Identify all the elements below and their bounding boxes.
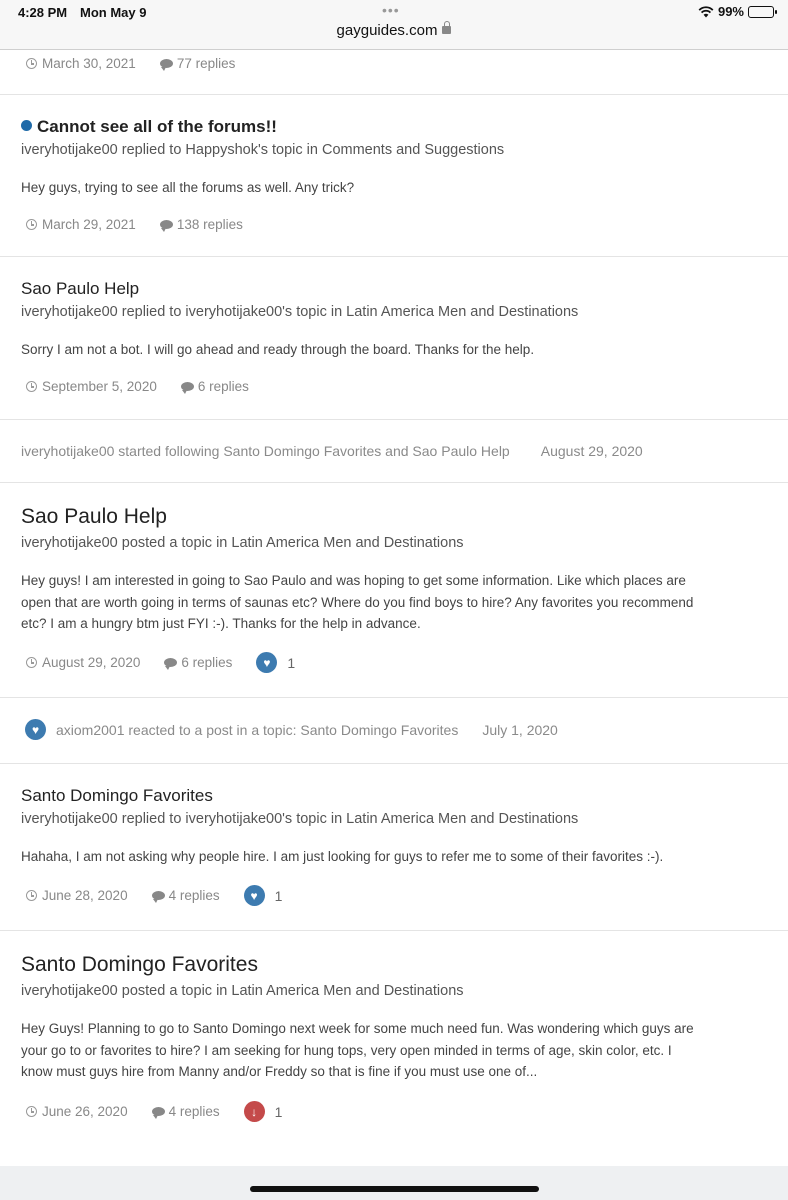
post-excerpt: Hahaha, I am not asking why people hire.…: [21, 849, 664, 864]
excerpt-line: open that are worth going in terms of sa…: [21, 594, 694, 610]
reply-count: 6 replies: [181, 655, 233, 670]
post-date[interactable]: June 26, 2020: [42, 1104, 128, 1119]
downvote-icon[interactable]: ↓: [243, 1101, 265, 1122]
post-date[interactable]: March 30, 2021: [42, 56, 136, 71]
multitasking-dots-icon[interactable]: •••: [382, 2, 400, 18]
feed-item: Sao Paulo Help iveryhotijake00 replied t…: [0, 257, 788, 420]
post-excerpt: Hey guys, trying to see all the forums a…: [21, 180, 355, 195]
battery-icon: [748, 5, 777, 18]
wifi-icon: [698, 5, 714, 17]
excerpt-line: Hey Guys! Planning to go to Santo Doming…: [21, 1021, 694, 1036]
page-footer: [0, 1166, 788, 1200]
clock-icon: [26, 381, 37, 392]
topic-subtitle: iveryhotijake00 replied to iveryhotijake…: [21, 811, 579, 827]
status-bar: 4:28 PM Mon May 9 ••• 99% gayguides.com: [0, 0, 788, 50]
reply-count: 77 replies: [176, 56, 236, 71]
url-text: gayguides.com: [336, 22, 438, 39]
activity-text[interactable]: axiom2001 reacted to a post in a topic: …: [56, 722, 458, 738]
home-indicator[interactable]: [250, 1186, 539, 1192]
post-excerpt: Sorry I am not a bot. I will go ahead an…: [21, 342, 535, 357]
reply-count: 138 replies: [176, 217, 243, 232]
clock-icon: [26, 58, 37, 69]
activity-row: ♥ axiom2001 reacted to a post in a topic…: [0, 698, 788, 764]
post-date[interactable]: March 29, 2021: [42, 217, 136, 232]
comment-icon: [151, 1107, 165, 1119]
topic-subtitle: iveryhotijake00 replied to iveryhotijake…: [21, 304, 579, 320]
status-date: Mon May 9: [80, 5, 147, 20]
heart-icon[interactable]: ♥: [256, 652, 278, 673]
topic-title[interactable]: Cannot see all of the forums!!: [21, 117, 277, 137]
comment-icon: [159, 220, 173, 232]
feed-item: March 30, 2021 77 replies: [0, 50, 788, 95]
reaction-count: 1: [287, 654, 296, 671]
excerpt-line: etc? I am a hungry btm just FYI :-). Tha…: [21, 616, 421, 631]
unread-dot-icon: [21, 120, 32, 131]
topic-title[interactable]: Santo Domingo Favorites: [21, 786, 213, 806]
activity-text[interactable]: iveryhotijake00 started following Santo …: [21, 443, 510, 459]
status-time: 4:28 PM: [18, 5, 68, 20]
status-right: 99%: [698, 4, 777, 19]
activity-date: July 1, 2020: [482, 721, 558, 738]
reaction-count: 1: [274, 1103, 283, 1120]
heart-icon: ♥: [25, 719, 46, 740]
feed-item: Santo Domingo Favorites iveryhotijake00 …: [0, 931, 788, 1166]
activity-row: iveryhotijake00 started following Santo …: [0, 420, 788, 483]
comment-icon: [164, 658, 178, 670]
feed-item: Santo Domingo Favorites iveryhotijake00 …: [0, 764, 788, 931]
feed-item: Cannot see all of the forums!! iveryhoti…: [0, 95, 788, 257]
reply-count: 6 replies: [197, 379, 249, 394]
clock-icon: [26, 890, 37, 901]
post-excerpt: Hey Guys! Planning to go to Santo Doming…: [21, 1018, 694, 1083]
clock-icon: [26, 219, 37, 230]
excerpt-line: Hey guys! I am interested in going to Sa…: [21, 573, 686, 588]
reply-count: 4 replies: [168, 1104, 220, 1119]
post-date[interactable]: August 29, 2020: [42, 655, 140, 670]
comment-icon: [151, 891, 165, 903]
topic-subtitle: iveryhotijake00 posted a topic in Latin …: [21, 535, 464, 551]
reaction-count: 1: [274, 887, 283, 904]
battery-percent: 99%: [717, 4, 744, 19]
excerpt-line: your go to or favorites to hire? I am se…: [21, 1042, 672, 1058]
clock-icon: [26, 1106, 37, 1117]
lock-icon: [442, 21, 452, 34]
topic-subtitle: iveryhotijake00 posted a topic in Latin …: [21, 983, 464, 999]
post-excerpt: Hey guys! I am interested in going to Sa…: [21, 570, 693, 635]
activity-date: August 29, 2020: [540, 443, 643, 459]
post-date[interactable]: June 28, 2020: [42, 888, 128, 903]
topic-title[interactable]: Sao Paulo Help: [21, 505, 167, 529]
post-date[interactable]: September 5, 2020: [42, 379, 157, 394]
topic-subtitle: iveryhotijake00 replied to Happyshok's t…: [21, 142, 505, 158]
feed-item: Sao Paulo Help iveryhotijake00 posted a …: [0, 483, 788, 698]
reply-count: 4 replies: [168, 888, 220, 903]
excerpt-line: know must guys hire from Manny and/or Fr…: [21, 1064, 538, 1079]
comment-icon: [180, 382, 194, 394]
comment-icon: [159, 59, 173, 71]
clock-icon: [26, 657, 37, 668]
topic-title[interactable]: Santo Domingo Favorites: [21, 953, 258, 977]
topic-title[interactable]: Sao Paulo Help: [21, 279, 139, 299]
heart-icon[interactable]: ♥: [243, 885, 265, 906]
address-bar[interactable]: gayguides.com: [0, 21, 788, 39]
